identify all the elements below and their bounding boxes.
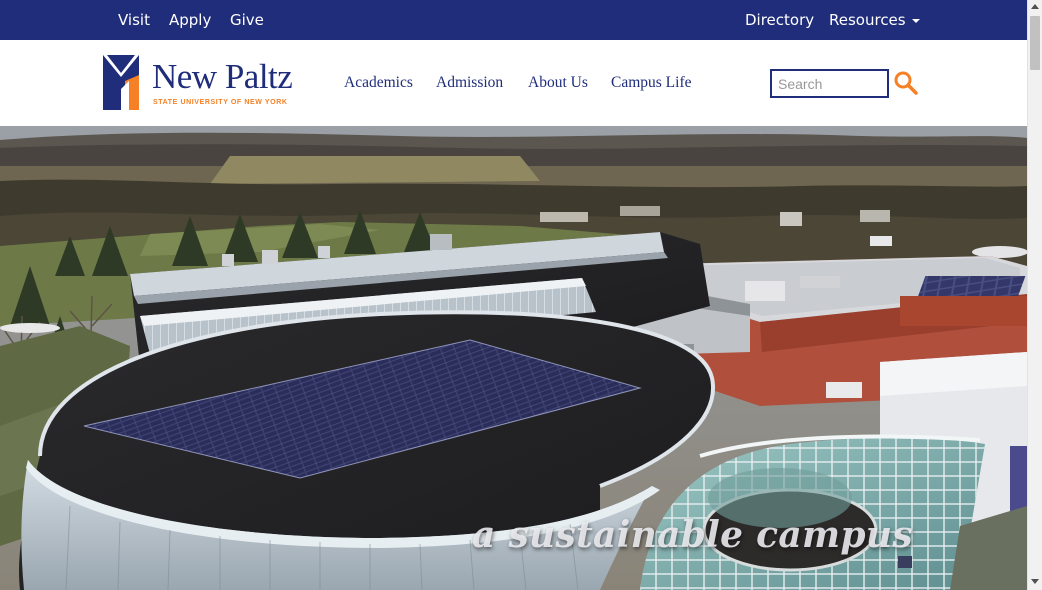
scroll-up-arrow-icon[interactable] [1031,4,1039,9]
resources-dropdown[interactable]: Resources [829,11,920,29]
give-link[interactable]: Give [230,11,264,29]
resources-label: Resources [829,11,906,29]
scroll-thumb[interactable] [1030,16,1040,70]
search-icon[interactable] [893,70,919,96]
nav-about-us[interactable]: About Us [528,74,588,92]
logo-wordmark: New Paltz [152,57,293,96]
logo-mark-icon [103,55,139,110]
page-scrollbar[interactable] [1027,0,1042,590]
nav-campus-life[interactable]: Campus Life [611,74,692,92]
hero-caption: a sustainable campus [472,514,913,556]
hero-banner: a sustainable campus [0,126,1027,590]
directory-link[interactable]: Directory [745,11,814,29]
search-input[interactable] [770,69,889,98]
visit-link[interactable]: Visit [118,11,150,29]
site-header: New Paltz STATE UNIVERSITY OF NEW YORK A… [0,40,1027,126]
scroll-down-arrow-icon[interactable] [1031,579,1039,584]
nav-academics[interactable]: Academics [344,74,413,92]
caret-down-icon [911,18,920,23]
logo-tagline: STATE UNIVERSITY OF NEW YORK [153,99,288,106]
utility-bar: Visit Apply Give Directory Resources [0,0,1027,40]
nav-admission[interactable]: Admission [436,74,503,92]
apply-link[interactable]: Apply [169,11,211,29]
new-paltz-logo[interactable]: New Paltz STATE UNIVERSITY OF NEW YORK [103,55,308,113]
